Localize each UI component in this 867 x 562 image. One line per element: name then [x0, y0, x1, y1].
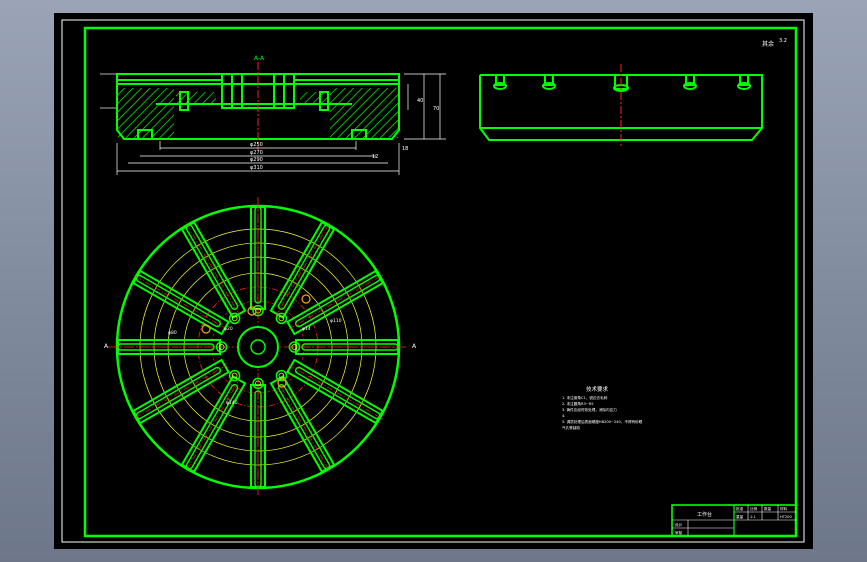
notes-line-4: 4. — [562, 414, 565, 418]
notes-line-1: 1. 未注倒角C1，锐边去毛刺 — [562, 395, 608, 400]
title-block-name: 工作台 — [697, 511, 712, 518]
radial-slot-0 — [294, 339, 404, 355]
center-dim-b2: φ14 — [302, 326, 311, 332]
title-cell-7: 审核 — [675, 530, 683, 535]
radial-slot-9 — [250, 201, 266, 311]
dim-d2: φ270 — [250, 150, 263, 156]
notes-line-2: 2. 未注圆角R3~R5 — [562, 401, 594, 406]
cad-drawing-canvas[interactable]: A-A φ250 φ270 φ290 φ310 40 70 18 12 其余 3… — [54, 13, 813, 549]
center-dim-b4: φ110 — [330, 318, 342, 324]
center-dim-b5: φ140 — [226, 400, 238, 406]
dim-d3: φ290 — [250, 157, 263, 163]
notes-line-6: 气孔等缺陷 — [562, 425, 580, 430]
dim-h4: 12 — [372, 154, 378, 160]
plan-hole-4 — [228, 369, 241, 382]
dim-d1: φ250 — [250, 142, 263, 148]
notes-heading: 技术要求 — [586, 385, 609, 393]
title-cell-6: 设计 — [675, 522, 683, 527]
plan-hole-1 — [275, 312, 288, 325]
title-block[interactable] — [671, 504, 797, 537]
radial-slot-3 — [250, 383, 266, 493]
section-mark-right: A — [412, 343, 417, 350]
roughness-label: 其余 — [762, 40, 774, 48]
technical-notes: 技术要求 1. 未注倒角C1，锐边去毛刺 2. 未注圆角R3~R5 3. 铸件应… — [562, 385, 643, 430]
plan-hole-0 — [228, 312, 241, 325]
title-cell-2: 比例 — [750, 506, 758, 511]
section-mark-left: A — [104, 343, 109, 350]
title-cell-3: 数量 — [764, 506, 772, 511]
center-dim-b1: φ20 — [224, 326, 233, 332]
title-cell-9: HT200 — [780, 515, 792, 519]
title-cell-5: 重量 — [736, 514, 744, 519]
dim-h2: 70 — [433, 106, 439, 112]
dim-d4: φ310 — [250, 165, 263, 171]
cad-viewport[interactable]: A-A φ250 φ270 φ290 φ310 40 70 18 12 其余 3… — [54, 13, 813, 549]
dim-h1: 40 — [417, 98, 423, 104]
plan-view-table[interactable] — [108, 197, 408, 497]
title-cell-1: 批准 — [736, 506, 744, 511]
hatch-mid-l — [176, 92, 216, 104]
notes-line-3: 3. 铸件应经时效处理，消除内应力 — [562, 407, 617, 412]
plan-bolt-hole-0 — [301, 294, 311, 304]
center-dim-b3: φ80 — [168, 330, 177, 336]
dim-h3: 18 — [402, 146, 408, 152]
section-top-mark: A-A — [254, 55, 265, 62]
title-cell-4: 材料 — [780, 506, 788, 511]
notes-line-5: 5. 调质处理后表面硬度HB200~240，不得有砂眼 — [562, 419, 643, 424]
title-cell-8: 1:1 — [750, 515, 756, 519]
roughness-value: 3.2 — [779, 38, 787, 44]
plan-center-hub — [237, 326, 279, 368]
hatch-mid-r — [300, 92, 328, 104]
radial-slot-6 — [112, 339, 222, 355]
